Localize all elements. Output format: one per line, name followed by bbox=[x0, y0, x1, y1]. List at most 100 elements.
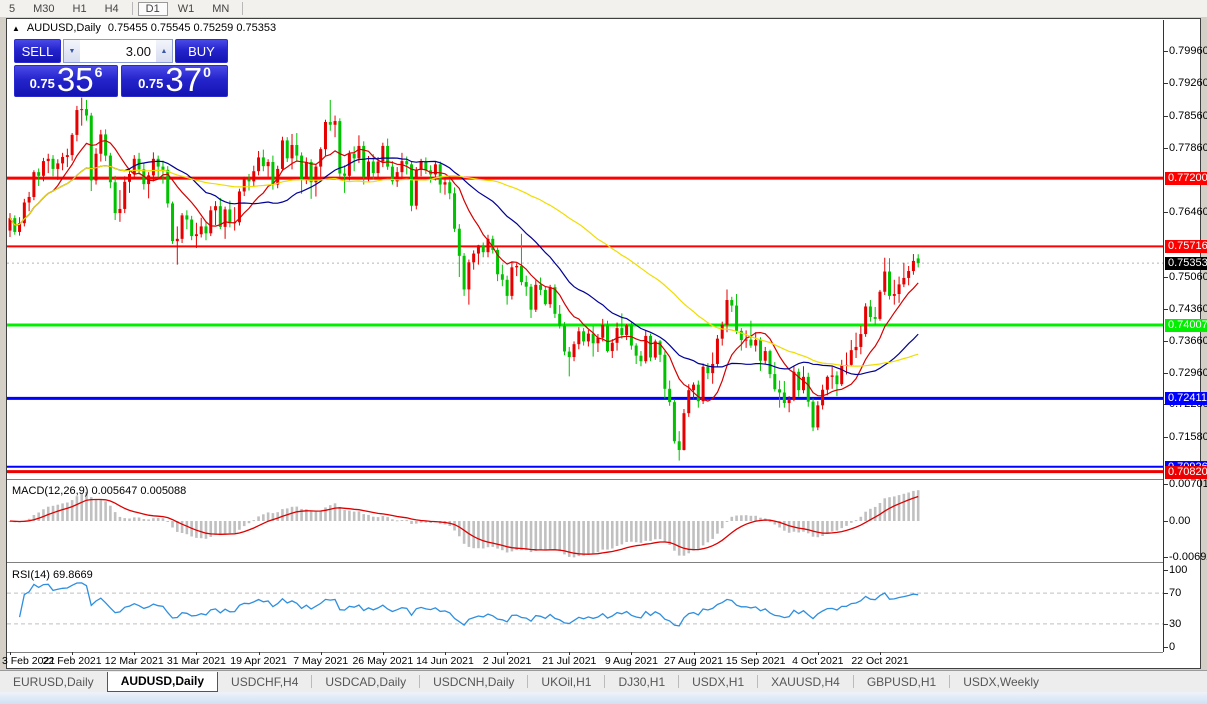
date-axis-label: 9 Aug 2021 bbox=[604, 655, 658, 667]
chart-tab-audusd-daily[interactable]: AUDUSD,Daily bbox=[106, 672, 219, 692]
chart-title: ▲ AUDUSD,Daily 0.75455 0.75545 0.75259 0… bbox=[12, 22, 276, 34]
price-axis-label: 0.75060 bbox=[1169, 270, 1207, 283]
price-axis-label: 0.78560 bbox=[1169, 109, 1207, 122]
timeframe-button-h4[interactable]: H4 bbox=[97, 2, 127, 16]
axis-tick bbox=[1163, 308, 1168, 310]
timeframe-toolbar: 5 M30 H1 H4 D1 W1 MN bbox=[0, 0, 1207, 17]
price-axis-label: 0.79260 bbox=[1169, 77, 1207, 90]
chart-tab-usdcad-daily[interactable]: USDCAD,Daily bbox=[312, 673, 419, 692]
sell-price-pipette: 6 bbox=[94, 64, 103, 80]
axis-tick bbox=[1163, 557, 1168, 559]
buy-price-pipette: 0 bbox=[203, 64, 211, 80]
buy-price-big-digits: 37 bbox=[165, 61, 203, 98]
date-axis-label: 26 May 2021 bbox=[352, 655, 414, 667]
timeframe-button-d1[interactable]: D1 bbox=[137, 1, 168, 16]
level-price-badge: 0.70820 bbox=[1165, 465, 1207, 479]
rsi-canvas[interactable] bbox=[7, 565, 1163, 652]
date-axis-label: 7 May 2021 bbox=[293, 655, 349, 667]
chart-tab-xauusd-h4[interactable]: XAUUSD,H4 bbox=[758, 673, 853, 692]
chart-ohlc-values: 0.75455 0.75545 0.75259 0.75353 bbox=[107, 22, 277, 34]
bid-price-badge: 0.75353 bbox=[1165, 257, 1207, 271]
price-axis-label: 0.74360 bbox=[1169, 302, 1207, 315]
price-axis-label: 0.72960 bbox=[1169, 367, 1207, 380]
rsi-axis-label: 30 bbox=[1169, 617, 1182, 630]
chart-tab-dj30-h1[interactable]: DJ30,H1 bbox=[605, 673, 678, 692]
chart-tab-usdx-h1[interactable]: USDX,H1 bbox=[679, 673, 757, 692]
chart-tab-usdcnh-daily[interactable]: USDCNH,Daily bbox=[420, 673, 527, 692]
rsi-axis-label: 100 bbox=[1169, 564, 1188, 576]
axis-tick bbox=[1163, 147, 1168, 149]
sell-price-display[interactable]: 0.75 35 6 bbox=[14, 63, 118, 97]
date-axis-label: 31 Mar 2021 bbox=[166, 655, 226, 667]
chart-tab-gbpusd-h1[interactable]: GBPUSD,H1 bbox=[854, 673, 949, 692]
axis-tick bbox=[1163, 593, 1168, 595]
timeframe-button-m30[interactable]: M30 bbox=[25, 2, 62, 16]
date-axis-label: 19 Apr 2021 bbox=[230, 655, 287, 667]
chart-tab-bar: EURUSD,Daily AUDUSD,Daily USDCHF,H4 USDCAD,… bbox=[0, 670, 1207, 692]
chart-tab-usdchf-h4[interactable]: USDCHF,H4 bbox=[218, 673, 311, 692]
macd-axis-label: 0.00 bbox=[1169, 515, 1191, 527]
level-price-badge: 0.77200 bbox=[1165, 172, 1207, 186]
date-axis-label: 12 Mar 2021 bbox=[104, 655, 164, 667]
volume-input[interactable] bbox=[80, 40, 156, 62]
rsi-axis-label: 70 bbox=[1169, 587, 1182, 600]
date-axis-label: 27 Aug 2021 bbox=[664, 655, 724, 667]
axis-tick bbox=[1163, 115, 1168, 117]
axis-tick bbox=[1163, 484, 1168, 485]
axis-tick bbox=[1163, 340, 1168, 342]
volume-decrease-icon[interactable]: ▼ bbox=[64, 40, 80, 62]
level-price-badge: 0.75716 bbox=[1165, 240, 1207, 254]
chart-collapse-icon[interactable]: ▲ bbox=[12, 24, 20, 33]
buy-price-display[interactable]: 0.75 37 0 bbox=[121, 61, 228, 98]
axis-tick bbox=[1163, 570, 1168, 571]
price-axis-label: 0.76460 bbox=[1169, 206, 1207, 219]
timeframe-button-5[interactable]: 5 bbox=[1, 2, 23, 16]
timeframe-button-w1[interactable]: W1 bbox=[170, 2, 203, 16]
chart-bottom-border bbox=[7, 652, 1163, 653]
chart-symbol-label: AUDUSD,Daily bbox=[26, 22, 101, 34]
price-axis-label: 0.73660 bbox=[1169, 334, 1207, 347]
timeframe-button-h1[interactable]: H1 bbox=[65, 2, 95, 16]
date-axis-label: 15 Sep 2021 bbox=[725, 655, 786, 667]
level-price-badge: 0.72411 bbox=[1165, 392, 1207, 406]
buy-button[interactable]: BUY bbox=[175, 39, 228, 63]
sell-price-prefix: 0.75 bbox=[29, 76, 55, 91]
date-axis-label: 22 Oct 2021 bbox=[851, 655, 909, 667]
axis-tick bbox=[1163, 212, 1168, 214]
rsi-axis-label: 0 bbox=[1169, 641, 1176, 653]
price-axis-label: 0.77860 bbox=[1169, 141, 1207, 154]
date-axis-label: 14 Jun 2021 bbox=[416, 655, 474, 667]
axis-tick bbox=[1163, 647, 1168, 648]
chart-tab-ukoil-h1[interactable]: UKOil,H1 bbox=[528, 673, 604, 692]
date-axis-label: 4 Oct 2021 bbox=[792, 655, 844, 667]
price-axis-label: 0.79960 bbox=[1169, 45, 1207, 58]
volume-increase-icon[interactable]: ▲ bbox=[156, 40, 172, 62]
pane-splitter-2-highlight bbox=[7, 563, 1163, 564]
axis-tick bbox=[1163, 373, 1168, 375]
axis-tick bbox=[1163, 276, 1168, 278]
axis-tick bbox=[1163, 51, 1168, 53]
buy-price-prefix: 0.75 bbox=[138, 76, 164, 91]
one-click-trading-panel: SELL ▼ ▲ BUY 0.75 35 6 0.75 37 0 bbox=[14, 39, 228, 97]
timeframe-button-mn[interactable]: MN bbox=[204, 2, 237, 16]
toolbar-separator bbox=[131, 2, 133, 15]
toolbar-separator bbox=[242, 2, 244, 15]
status-bar bbox=[0, 692, 1207, 704]
level-price-badge: 0.74007 bbox=[1165, 318, 1207, 332]
axis-tick bbox=[1163, 436, 1168, 438]
sell-button[interactable]: SELL bbox=[14, 39, 61, 63]
axis-tick bbox=[1163, 623, 1168, 625]
chart-tab-usdx-weekly[interactable]: USDX,Weekly bbox=[950, 673, 1052, 692]
metatrader-screen: 5 M30 H1 H4 D1 W1 MN 0.79960 0.79260 0.78560 0.77… bbox=[0, 0, 1207, 704]
volume-stepper[interactable]: ▼ ▲ bbox=[63, 39, 173, 63]
macd-axis-label: -0.00692 bbox=[1169, 551, 1207, 564]
axis-tick bbox=[1163, 521, 1168, 522]
chart-tab-eurusd-daily[interactable]: EURUSD,Daily bbox=[0, 673, 107, 692]
date-axis-label: 22 Feb 2021 bbox=[42, 655, 102, 667]
rsi-label: RSI(14) 69.8669 bbox=[12, 569, 93, 581]
macd-axis-label: 0.007015 bbox=[1169, 478, 1207, 490]
macd-label: MACD(12,26,9) 0.005647 0.005088 bbox=[12, 485, 187, 497]
date-axis-label: 2 Jul 2021 bbox=[482, 655, 532, 667]
price-axis-label: 0.71580 bbox=[1169, 430, 1207, 443]
axis-tick bbox=[1163, 83, 1168, 85]
